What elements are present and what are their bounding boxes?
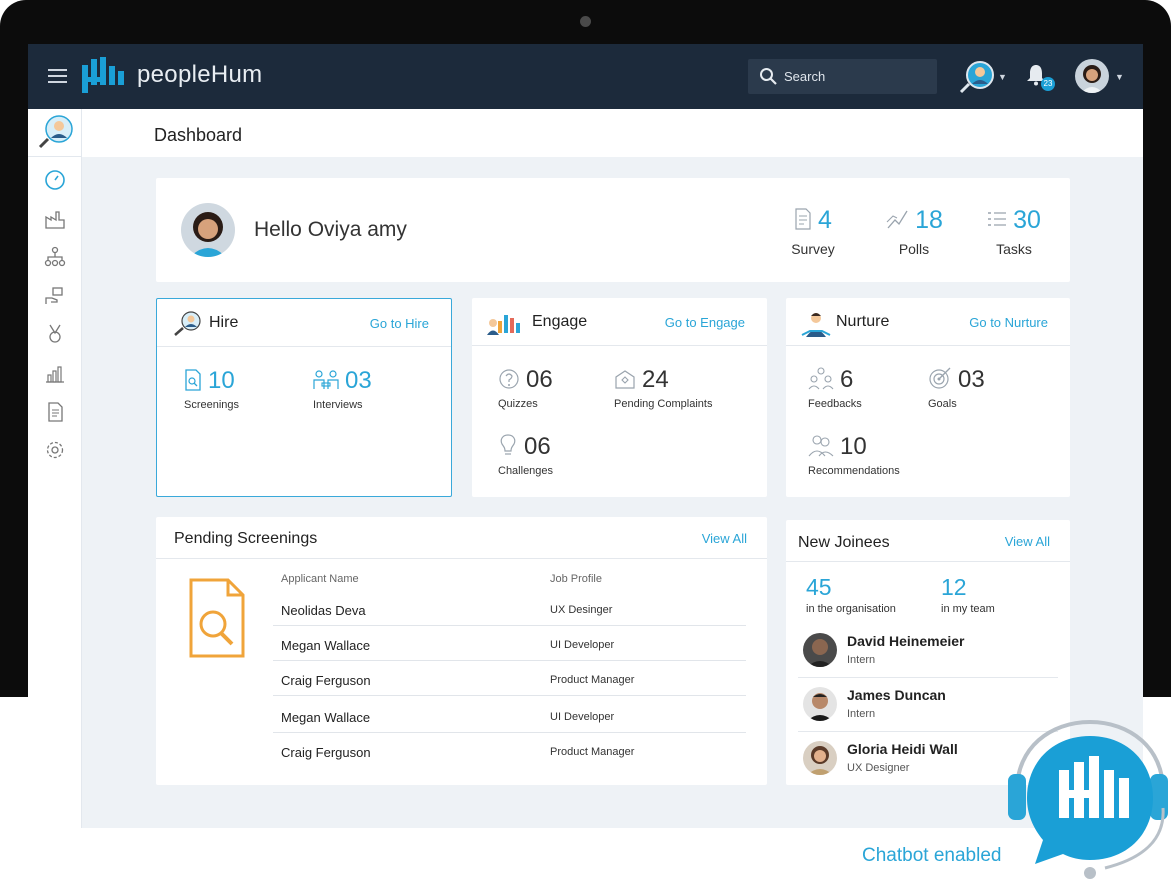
recruiter-avatar-icon: [38, 115, 73, 149]
bar-chart-icon[interactable]: [44, 362, 66, 384]
app-screen: peopleHum ▼ 23: [28, 44, 1143, 828]
table-row[interactable]: Craig Ferguson Product Manager: [273, 661, 746, 696]
hire-card[interactable]: Hire Go to Hire 10 Screenings 03 Intervi…: [156, 298, 452, 497]
engage-chart-icon: [487, 315, 520, 335]
recommendations-metric[interactable]: 10 Recommendations: [808, 433, 900, 477]
table-row[interactable]: Megan Wallace UI Developer: [273, 626, 746, 661]
engage-card-header: Engage Go to Engage: [472, 298, 767, 346]
medal-icon[interactable]: [44, 323, 66, 345]
greeting-card: Hello Oviya amy 4 Survey 18 Polls 30 Tas…: [156, 178, 1070, 282]
pending-complaints-metric[interactable]: 24 Pending Complaints: [614, 366, 712, 410]
factory-icon[interactable]: [44, 208, 66, 230]
divider: [786, 561, 1070, 562]
user-avatar[interactable]: [1075, 59, 1109, 93]
challenges-metric[interactable]: 06 Challenges: [498, 433, 553, 477]
avatar: [803, 687, 837, 721]
joinees-org-stat[interactable]: 45 in the organisation: [806, 574, 896, 615]
job-profile-column-header: Job Profile: [550, 573, 602, 585]
polls-stat[interactable]: 18 Polls: [869, 206, 959, 257]
quiz-icon: [499, 369, 519, 389]
complaint-box-icon: [615, 370, 635, 389]
app-name: peopleHum: [137, 61, 263, 88]
nurture-person-icon: [801, 313, 831, 337]
camera-dot: [580, 16, 591, 27]
page-title: Dashboard: [154, 125, 243, 145]
menu-icon[interactable]: [48, 69, 67, 83]
top-bar: peopleHum ▼ 23: [28, 44, 1143, 109]
nurture-card-header: Nurture Go to Nurture: [786, 298, 1070, 346]
dashboard-gauge-icon[interactable]: [44, 169, 66, 191]
chatbot-label: Chatbot enabled: [862, 845, 1002, 866]
chevron-down-icon[interactable]: ▼: [1115, 72, 1124, 82]
recruiter-avatar-icon[interactable]: [958, 60, 998, 96]
go-to-hire-link[interactable]: Go to Hire: [370, 316, 429, 331]
document-search-icon: [189, 578, 245, 658]
target-icon: [929, 367, 951, 389]
screening-doc-icon: [185, 369, 201, 391]
recruiter-icon: [174, 311, 201, 336]
search-icon: [760, 68, 777, 85]
search-box[interactable]: [748, 59, 937, 94]
applicant-name-column-header: Applicant Name: [281, 573, 359, 585]
chatbot-icon[interactable]: [1005, 718, 1171, 881]
lightbulb-icon: [500, 434, 516, 455]
sidebar: [28, 109, 82, 828]
engage-card[interactable]: Engage Go to Engage 06 Quizzes 24 Pendin…: [472, 298, 767, 497]
tasks-stat[interactable]: 30 Tasks: [969, 206, 1059, 257]
hire-card-header: Hire Go to Hire: [157, 299, 451, 347]
document-icon[interactable]: [44, 401, 66, 423]
hand-gift-icon[interactable]: [44, 285, 66, 307]
interview-icon: [313, 370, 339, 389]
go-to-engage-link[interactable]: Go to Engage: [665, 315, 745, 330]
hire-title: Hire: [209, 314, 239, 331]
engage-title: Engage: [532, 313, 588, 330]
page-header: Dashboard: [82, 109, 1143, 157]
org-chart-icon[interactable]: [44, 246, 66, 268]
survey-stat[interactable]: 4 Survey: [768, 206, 858, 257]
nurture-title: Nurture: [836, 313, 890, 330]
feedback-people-icon: [808, 367, 834, 390]
chevron-down-icon[interactable]: ▼: [998, 72, 1007, 82]
pending-screenings-title: Pending Screenings: [174, 530, 318, 547]
avatar: [803, 633, 837, 667]
screenings-metric[interactable]: 10 Screenings: [184, 367, 239, 411]
quizzes-metric[interactable]: 06 Quizzes: [498, 366, 553, 410]
nurture-card[interactable]: Nurture Go to Nurture 6 Feedbacks 03 Goa…: [786, 298, 1070, 497]
new-joinees-view-all-link[interactable]: View All: [1005, 534, 1050, 549]
notification-badge: 23: [1041, 77, 1055, 91]
gear-icon[interactable]: [44, 439, 66, 461]
user-avatar: [181, 203, 235, 257]
feedbacks-metric[interactable]: 6 Feedbacks: [808, 366, 862, 410]
pending-screenings-view-all-link[interactable]: View All: [702, 531, 747, 546]
joinees-team-stat[interactable]: 12 in my team: [941, 574, 995, 615]
go-to-nurture-link[interactable]: Go to Nurture: [969, 315, 1048, 330]
list-item[interactable]: David Heinemeier Intern: [798, 630, 1058, 684]
peoplehum-logo-icon: [82, 57, 124, 93]
goals-metric[interactable]: 03 Goals: [928, 366, 985, 410]
search-input[interactable]: [784, 59, 934, 94]
table-row[interactable]: Neolidas Deva UX Desinger: [273, 591, 746, 626]
polls-icon: [886, 210, 908, 229]
recommendation-people-icon: [808, 435, 834, 457]
survey-icon: [795, 208, 811, 230]
interviews-metric[interactable]: 03 Interviews: [313, 367, 372, 411]
sidebar-profile[interactable]: [28, 109, 82, 157]
divider: [798, 677, 1058, 678]
tasks-icon: [988, 212, 1007, 226]
divider: [156, 558, 767, 559]
table-row[interactable]: Craig Ferguson Product Manager: [273, 733, 746, 768]
new-joinees-title: New Joinees: [798, 534, 890, 551]
table-row[interactable]: Megan Wallace UI Developer: [273, 698, 746, 733]
avatar: [803, 741, 837, 775]
pending-screenings-card: Pending Screenings View All Applicant Na…: [156, 517, 767, 785]
greeting-text: Hello Oviya amy: [254, 218, 407, 241]
